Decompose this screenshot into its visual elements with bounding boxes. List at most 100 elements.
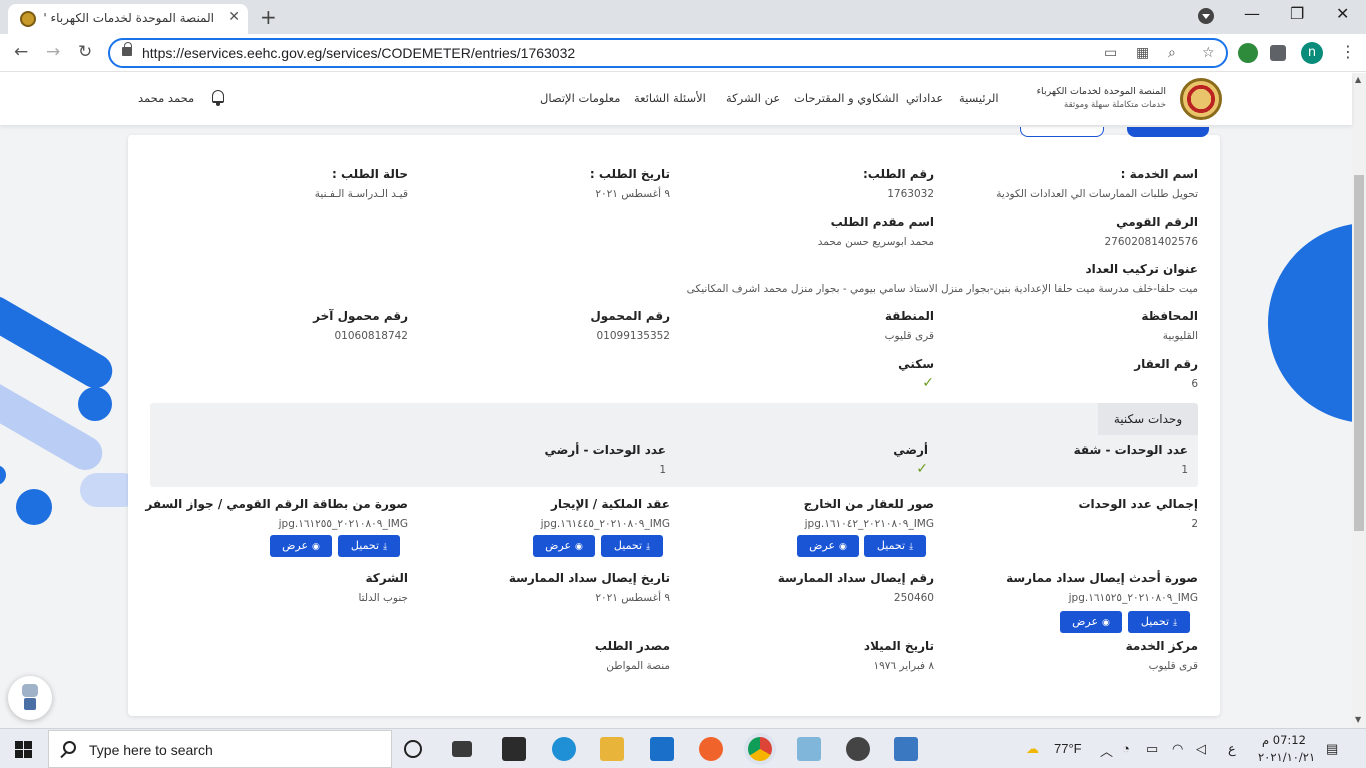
- chrome-icon[interactable]: [748, 737, 772, 761]
- company-label: الشركة: [365, 571, 408, 585]
- latest-receipt-filename: IMG_٢٠٢١٠٨٠٩_١٦١٥٢٥.jpg: [1068, 592, 1198, 604]
- view-button[interactable]: ◉عرض: [1060, 611, 1122, 633]
- request-number-label: رقم الطلب:: [862, 167, 934, 181]
- view-button[interactable]: ◉عرض: [533, 535, 595, 557]
- nav-home[interactable]: الرئيسية: [959, 91, 999, 105]
- remote-desktop-icon[interactable]: [894, 737, 918, 761]
- scroll-up-arrow-icon[interactable]: ▲: [1355, 75, 1361, 84]
- weather-temperature[interactable]: 77°F: [1054, 741, 1082, 756]
- input-language[interactable]: ع: [1228, 741, 1236, 757]
- eehc-logo[interactable]: [1180, 78, 1222, 120]
- tab-button-edge[interactable]: [1020, 127, 1104, 137]
- bookmark-star-icon[interactable]: ☆: [1202, 45, 1215, 61]
- cast-icon[interactable]: ▭: [1104, 45, 1117, 61]
- zoom-icon[interactable]: ⌕: [1168, 45, 1176, 61]
- browser-tab[interactable]: المنصة الموحدة لخدمات الكهرباء 's ✕: [8, 4, 248, 34]
- region-field: المنطقة قرى قليوب: [684, 309, 934, 342]
- task-view-icon[interactable]: [452, 741, 472, 757]
- taskbar-search-box[interactable]: Type here to search: [48, 730, 392, 768]
- nav-complaints[interactable]: الشكاوي و المقترحات: [794, 91, 899, 105]
- forward-arrow-icon[interactable]: →: [46, 42, 60, 62]
- view-button[interactable]: ◉عرض: [270, 535, 332, 557]
- birth-date-label: تاريخ الميلاد: [863, 639, 934, 653]
- page-scrollbar[interactable]: ▲ ▼: [1352, 73, 1366, 728]
- url-text[interactable]: https://eservices.eehc.gov.eg/services/C…: [142, 45, 575, 61]
- tab-button-edge[interactable]: [1127, 127, 1209, 137]
- nav-contact[interactable]: معلومات الإتصال: [540, 91, 620, 105]
- scroll-thumb[interactable]: [1354, 175, 1364, 531]
- residential-units-box: وحدات سكنية عدد الوحدات - شقة 1 أرضي ✓ ع…: [150, 403, 1198, 487]
- property-number-label: رقم العقار: [1134, 357, 1198, 371]
- clock-date[interactable]: ٢٠٢١/١٠/٢١: [1258, 750, 1315, 764]
- view-button[interactable]: ◉عرض: [797, 535, 859, 557]
- settings-gear-icon[interactable]: [846, 737, 870, 761]
- request-number-value: 1763032: [887, 188, 934, 200]
- minimize-icon[interactable]: —: [1244, 4, 1260, 23]
- nav-faq[interactable]: الأسئلة الشائعة: [634, 91, 706, 105]
- tray-chevron-up-icon[interactable]: ︿: [1100, 741, 1113, 760]
- request-date-label: تاريخ الطلب :: [589, 167, 670, 181]
- windows-start-icon[interactable]: [15, 741, 33, 758]
- page-background: اسم الخدمة : تحويل طلبات الممارسات الي ا…: [0, 125, 1352, 728]
- profile-avatar[interactable]: n: [1301, 42, 1323, 64]
- request-status-field: حالة الطلب : قيـد الـدراسـة الـفـنية: [158, 167, 408, 200]
- id-copy-filename: IMG_٢٠٢١٠٨٠٩_١٦١٢٥٥.jpg: [278, 518, 408, 530]
- network-status-icon[interactable]: ◔: [1122, 741, 1130, 756]
- extension-globe-icon[interactable]: [1238, 43, 1258, 63]
- clock-time[interactable]: 07:12 م: [1262, 733, 1306, 747]
- tab-search-icon[interactable]: [1198, 8, 1214, 24]
- birth-date-field: تاريخ الميلاد ٨ فبراير ١٩٧٦: [684, 639, 934, 672]
- battery-icon[interactable]: ▭: [1146, 741, 1158, 757]
- applicant-label: اسم مقدم الطلب: [830, 215, 934, 229]
- download-button[interactable]: ⤓تحميل: [601, 535, 663, 557]
- back-arrow-icon[interactable]: ←: [14, 42, 28, 62]
- close-tab-icon[interactable]: ✕: [228, 9, 240, 25]
- decorative-bar: [0, 289, 119, 395]
- nav-about[interactable]: عن الشركة: [726, 91, 780, 105]
- notifications-bell-icon[interactable]: [212, 90, 224, 106]
- mobile-field: رقم المحمول 01099135352: [420, 309, 670, 342]
- ground-units-field: عدد الوحدات - أرضي 1: [416, 443, 666, 476]
- download-button[interactable]: ⤓تحميل: [1128, 611, 1190, 633]
- volume-icon[interactable]: ◁: [1196, 741, 1206, 757]
- user-name[interactable]: محمد محمد: [138, 91, 194, 105]
- latest-receipt-field: صورة أحدث إيصال سداد ممارسة IMG_٢٠٢١٠٨٠٩…: [948, 571, 1198, 604]
- browser-tab-strip: المنصة الموحدة لخدمات الكهرباء 's ✕ + — …: [0, 0, 1366, 34]
- download-icon: ⤓: [646, 542, 651, 552]
- nav-my-meters[interactable]: عداداتي: [906, 91, 943, 105]
- receipt-number-field: رقم إيصال سداد الممارسة 250460: [684, 571, 934, 604]
- browser-menu-icon[interactable]: ⋮: [1340, 42, 1356, 61]
- residential-units-tab[interactable]: وحدات سكنية: [1098, 403, 1198, 435]
- notifications-icon[interactable]: ▤: [1326, 741, 1338, 757]
- qr-code-icon[interactable]: ▦: [1136, 45, 1149, 61]
- decorative-dot: [0, 465, 6, 485]
- close-window-icon[interactable]: ✕: [1336, 4, 1349, 23]
- scroll-down-arrow-icon[interactable]: ▼: [1355, 715, 1361, 724]
- decorative-dot: [78, 387, 112, 421]
- notes-app-icon[interactable]: [797, 737, 821, 761]
- address-bar[interactable]: https://eservices.eehc.gov.eg/services/C…: [108, 38, 1228, 68]
- download-button[interactable]: ⤓تحميل: [338, 535, 400, 557]
- mail-icon[interactable]: [650, 737, 674, 761]
- weather-icon[interactable]: ☁: [1026, 741, 1039, 757]
- property-number-field: رقم العقار 6: [948, 357, 1198, 390]
- extensions-puzzle-icon[interactable]: [1270, 45, 1286, 61]
- store-icon[interactable]: [502, 737, 526, 761]
- restore-icon[interactable]: ❐: [1290, 4, 1304, 23]
- cortana-icon[interactable]: [404, 740, 422, 758]
- request-source-field: مصدر الطلب منصة المواطن: [420, 639, 670, 672]
- download-button[interactable]: ⤓تحميل: [864, 535, 926, 557]
- edge-icon[interactable]: [552, 737, 576, 761]
- taskbar-search-placeholder[interactable]: Type here to search: [89, 742, 213, 758]
- id-copy-field: صورة من بطاقة الرقم القومي / جواز السفر …: [145, 497, 408, 530]
- governorate-label: المحافظة: [1141, 309, 1198, 323]
- meter-address-value: ميت حلفا-خلف مدرسة ميت حلفا الإعدادية بن…: [686, 283, 1198, 295]
- reload-icon[interactable]: ↻: [78, 42, 92, 62]
- file-explorer-icon[interactable]: [600, 737, 624, 761]
- new-tab-icon[interactable]: +: [260, 5, 277, 29]
- lock-icon[interactable]: [122, 42, 132, 56]
- receipt-number-value: 250460: [893, 592, 934, 604]
- wifi-icon[interactable]: ◠: [1172, 741, 1183, 757]
- firefox-icon[interactable]: [699, 737, 723, 761]
- chatbot-button[interactable]: [8, 676, 52, 720]
